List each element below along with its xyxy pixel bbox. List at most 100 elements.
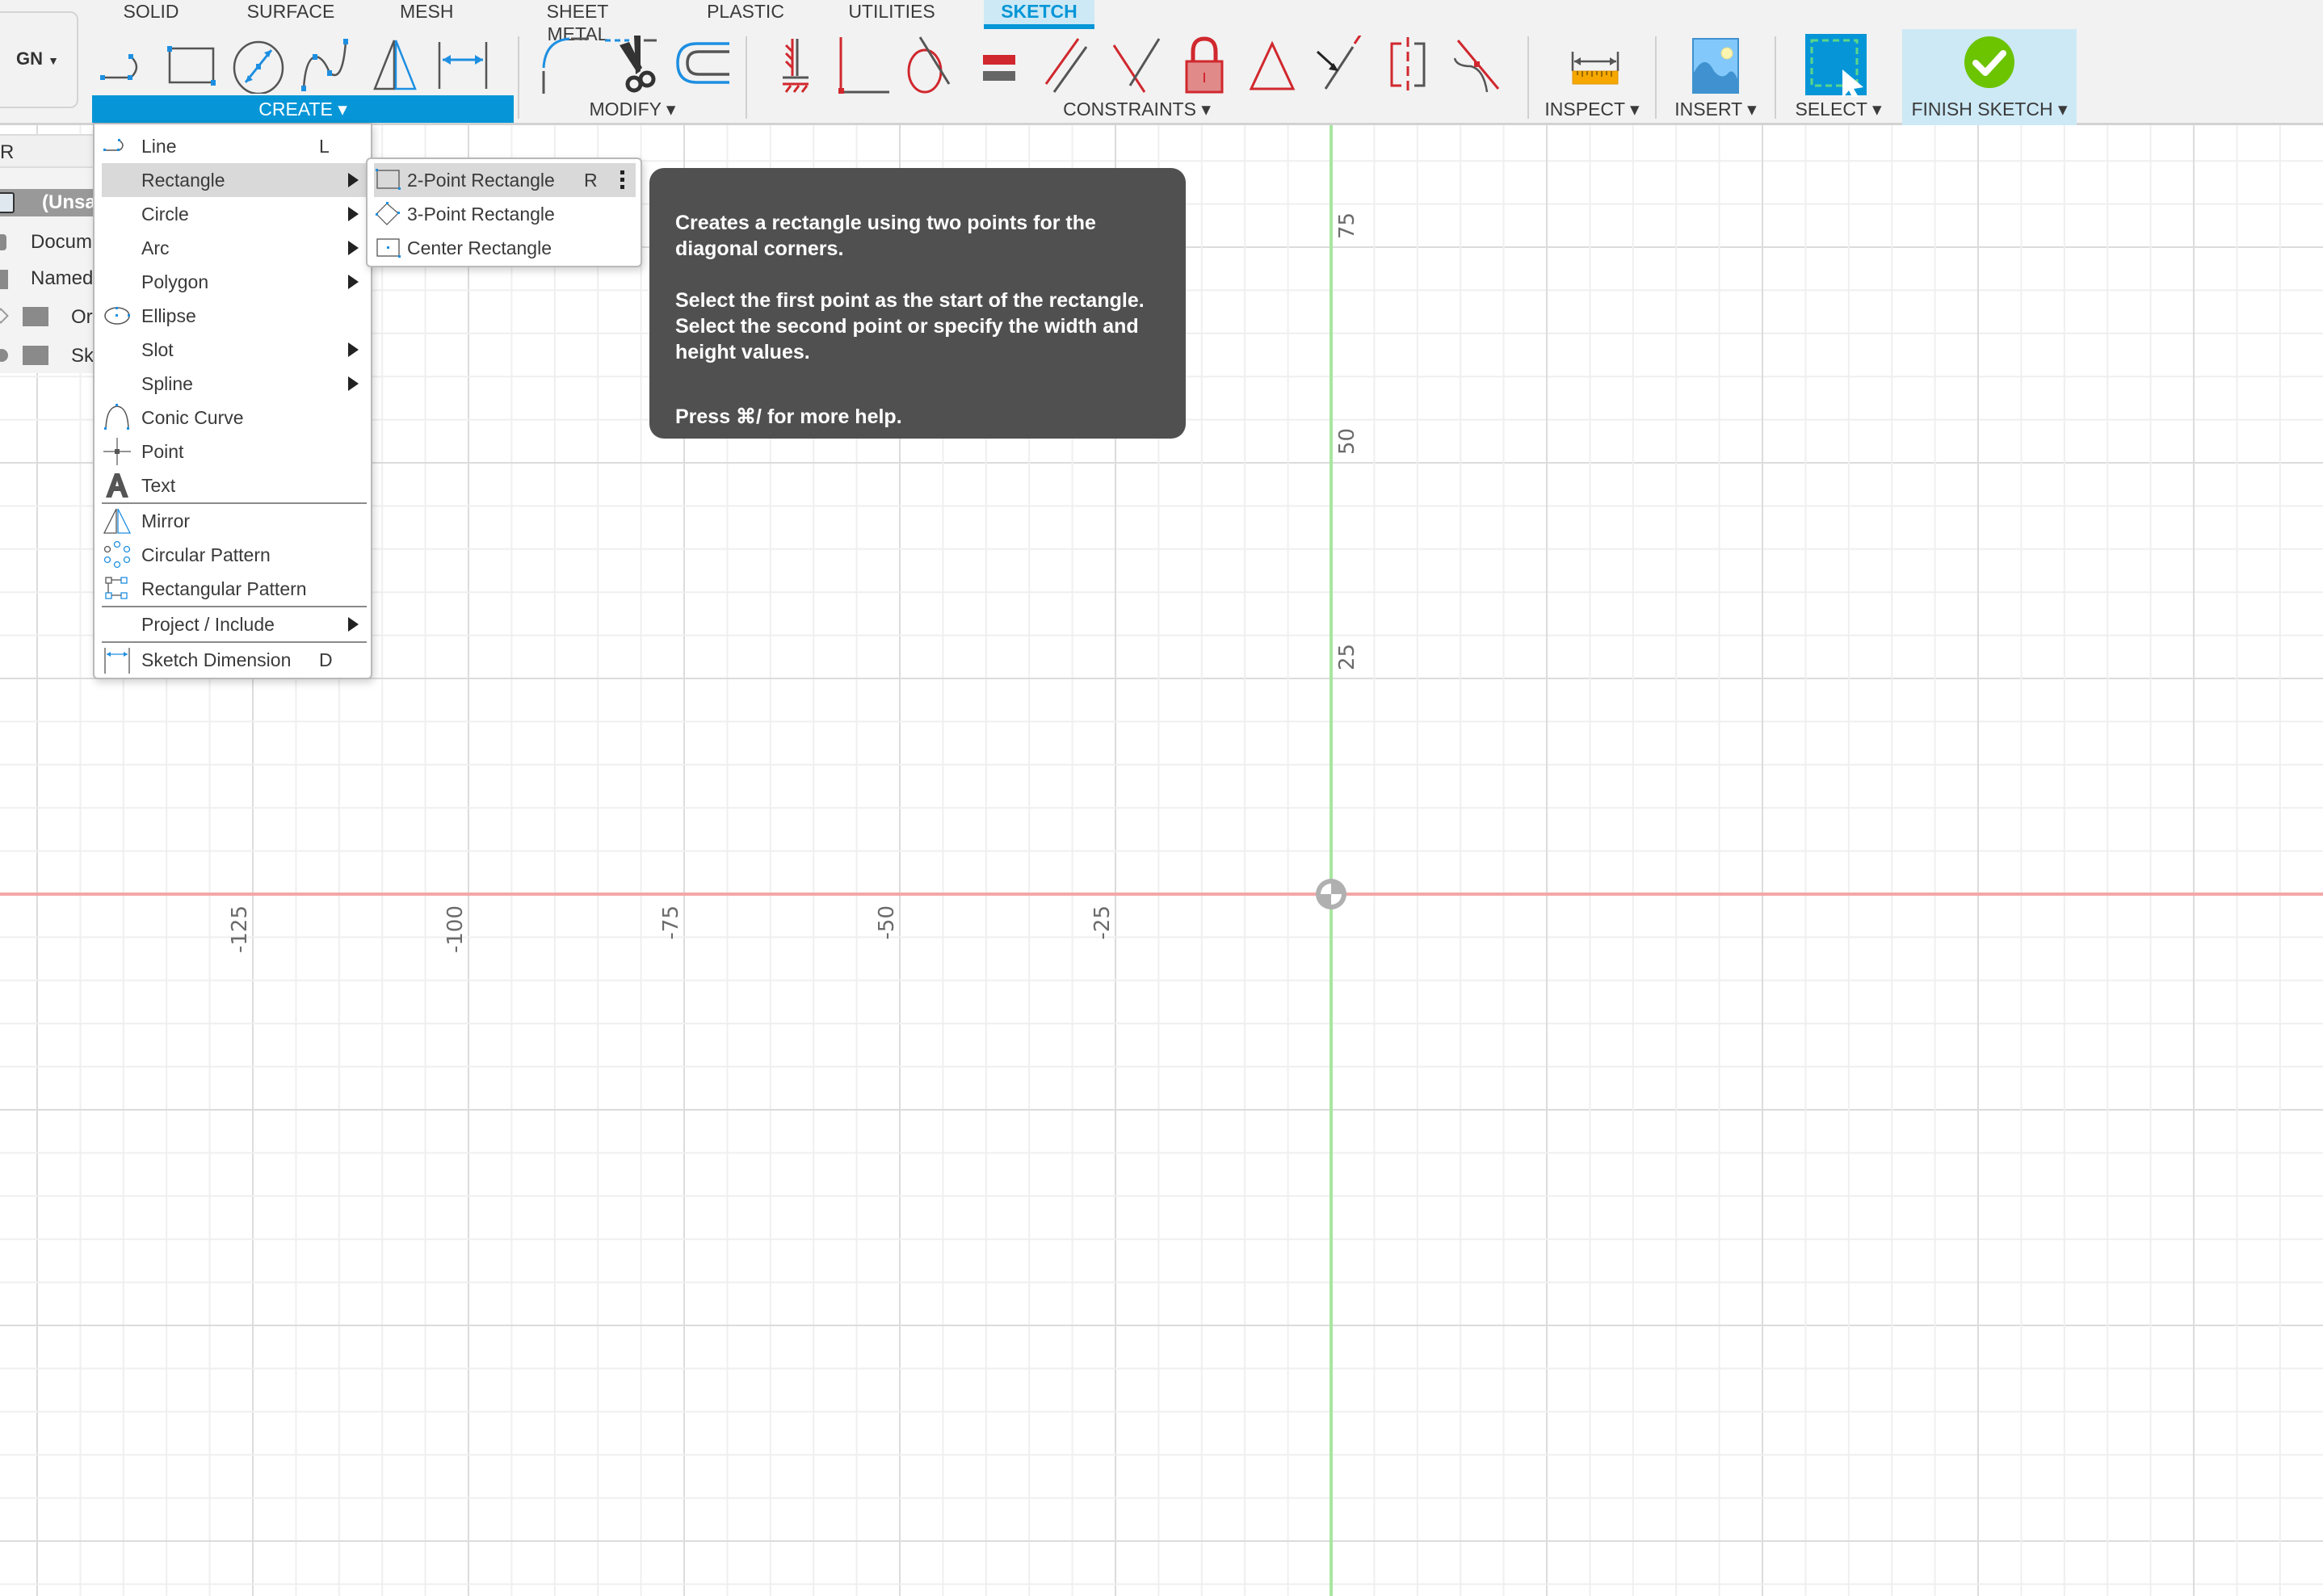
browser-row-document-settings[interactable]: Docum (0, 225, 93, 259)
circle-icon[interactable] (229, 36, 288, 95)
equal-icon[interactable] (972, 36, 1030, 94)
rectangle-icon[interactable] (162, 36, 220, 94)
rectangle-submenu: 2-Point Rectangle R 3-Point Rectangle Cente… (366, 158, 642, 267)
intersect-icon[interactable] (1107, 36, 1166, 94)
browser-row-label: Sk (71, 345, 93, 367)
perpendicular-icon[interactable] (836, 36, 894, 94)
menu-item-arc[interactable]: Arc (102, 231, 367, 265)
submenu-arrow-icon (348, 275, 359, 289)
select-menu-button[interactable]: SELECT ▾ (1776, 95, 1901, 123)
tab-utilities[interactable]: UTILITIES (848, 0, 935, 29)
menu-item-line[interactable]: Line L (102, 129, 367, 163)
coincident-fix-icon[interactable] (768, 36, 826, 94)
tab-mesh[interactable]: MESH (400, 0, 453, 29)
trim-icon[interactable] (605, 36, 663, 94)
menu-item-circle[interactable]: Circle (102, 197, 367, 231)
menu-item-polygon[interactable]: Polygon (102, 265, 367, 299)
tool-tooltip: Creates a rectangle using two points for… (649, 168, 1186, 439)
menu-item-label: Sketch Dimension (141, 649, 292, 670)
three-point-rectangle-icon (376, 202, 401, 226)
component-box-icon (0, 192, 15, 213)
green-checkmark-icon[interactable] (1964, 36, 2015, 89)
submenu-item-3-point-rectangle[interactable]: 3-Point Rectangle (374, 197, 636, 231)
menu-item-text[interactable]: Text (102, 468, 367, 502)
folder-icon (23, 307, 48, 326)
sketch-dimension-icon (103, 646, 131, 674)
menu-item-circular-pattern[interactable]: Circular Pattern (102, 538, 367, 572)
curvature-icon[interactable] (1447, 36, 1505, 94)
dimension-icon[interactable] (433, 36, 491, 94)
modify-menu-button[interactable]: MODIFY ▾ (521, 95, 744, 123)
menu-item-slot[interactable]: Slot (102, 333, 367, 367)
tab-sheet-metal[interactable]: SHEET METAL (517, 0, 638, 44)
menu-item-ellipse[interactable]: Ellipse (102, 299, 367, 333)
origin-point-icon[interactable] (1316, 879, 1346, 909)
mirror-icon[interactable] (365, 36, 423, 94)
menu-item-rectangular-pattern[interactable]: Rectangular Pattern (102, 572, 367, 606)
browser-panel: R (Unsa Docum Named Or Sk (0, 134, 93, 373)
tooltip-description: Creates a rectangle using two points for… (675, 212, 1096, 260)
center-rectangle-icon (376, 236, 401, 260)
menu-item-shortcut: D (319, 649, 333, 670)
visibility-toggle-icon[interactable] (0, 308, 9, 324)
submenu-item-2-point-rectangle[interactable]: 2-Point Rectangle R (374, 163, 636, 197)
submenu-item-label: 2-Point Rectangle (407, 170, 555, 191)
inspect-group: INSPECT ▾ (1529, 31, 1655, 125)
submenu-arrow-icon (348, 173, 359, 187)
line-icon[interactable] (97, 36, 155, 94)
tangent-icon[interactable] (904, 36, 962, 94)
menu-item-conic-curve[interactable]: Conic Curve (102, 401, 367, 435)
menu-item-rectangle[interactable]: Rectangle (102, 163, 367, 197)
tooltip-help: Press ⌘/ for more help. (675, 405, 902, 428)
browser-row-sketches[interactable]: Sk (0, 339, 93, 373)
fillet-icon[interactable] (537, 36, 595, 94)
menu-item-label: Circle (141, 204, 189, 225)
create-menu-button[interactable]: CREATE ▾ (92, 95, 514, 123)
x-axis-tick-label: -50 (875, 905, 899, 939)
constraints-menu-button[interactable]: CONSTRAINTS ▾ (747, 95, 1527, 123)
inspect-menu-button[interactable]: INSPECT ▾ (1529, 95, 1655, 123)
menu-separator (102, 641, 367, 643)
x-axis-tick-label: -75 (659, 905, 683, 939)
menu-item-mirror[interactable]: Mirror (102, 504, 367, 538)
x-axis-tick-label: -100 (443, 905, 468, 953)
tab-plastic[interactable]: PLASTIC (707, 0, 784, 29)
symmetry-icon[interactable] (1379, 36, 1437, 94)
midpoint-icon[interactable] (1311, 33, 1369, 94)
select-window-icon[interactable] (1804, 32, 1868, 100)
finish-sketch-button[interactable]: FINISH SKETCH ▾ (1902, 95, 2077, 123)
x-axis-tick-label: -125 (228, 905, 252, 953)
submenu-item-center-rectangle[interactable]: Center Rectangle (374, 231, 636, 265)
text-icon (103, 472, 131, 499)
toolbar-divider (518, 36, 519, 119)
menu-item-shortcut: L (319, 136, 330, 157)
insert-image-icon[interactable] (1687, 36, 1745, 96)
visibility-toggle-icon[interactable] (0, 349, 8, 362)
parallel-icon[interactable] (1040, 36, 1098, 94)
circular-pattern-icon (103, 540, 131, 569)
fix-lock-icon[interactable] (1175, 36, 1233, 94)
more-vertical-icon[interactable] (620, 170, 625, 191)
tab-sketch[interactable]: SKETCH (984, 0, 1094, 29)
menu-item-spline[interactable]: Spline (102, 367, 367, 401)
tab-solid[interactable]: SOLID (121, 0, 181, 29)
spline-icon[interactable] (297, 36, 355, 94)
browser-row-root[interactable]: (Unsa (0, 189, 93, 216)
y-axis-tick-label: 50 (1335, 428, 1359, 455)
menu-item-sketch-dimension[interactable]: Sketch Dimension D (102, 643, 367, 677)
tab-surface[interactable]: SURFACE (246, 0, 335, 29)
menu-item-project-include[interactable]: Project / Include (102, 607, 367, 641)
tooltip-instructions: Select the first point as the start of t… (675, 289, 1145, 363)
browser-row-named-views[interactable]: Named (0, 262, 93, 296)
measure-ruler-icon[interactable] (1563, 36, 1621, 94)
insert-menu-button[interactable]: INSERT ▾ (1657, 95, 1775, 123)
offset-icon[interactable] (673, 36, 731, 94)
workspace-switcher-button[interactable]: GN ▼ (0, 11, 78, 108)
triangle-icon[interactable] (1243, 36, 1301, 94)
submenu-arrow-icon (348, 342, 359, 357)
menu-item-label: Mirror (141, 510, 191, 531)
menu-item-point[interactable]: Point (102, 435, 367, 468)
browser-row-origin[interactable]: Or (0, 300, 93, 334)
two-point-rectangle-icon (376, 168, 401, 192)
y-axis-tick-label: 75 (1335, 212, 1359, 239)
